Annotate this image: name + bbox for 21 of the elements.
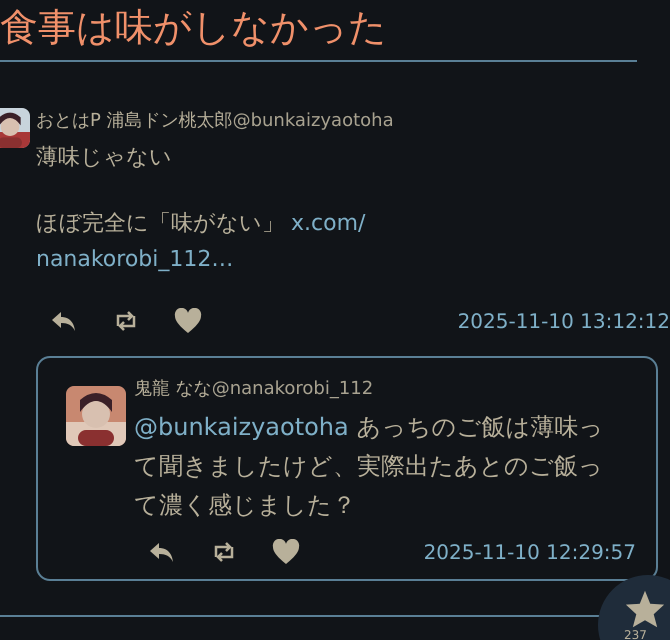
mention-link[interactable]: @bunkaizyaotoha — [134, 413, 349, 441]
post-text: ほぼ完全に「味がない」 x.com/ nanakorobi_112… — [36, 210, 366, 274]
timestamp: 2025-11-10 12:29:57 — [424, 540, 636, 564]
link[interactable]: x.com/ — [291, 211, 366, 236]
page-title: 食事は味がしなかった — [0, 4, 388, 51]
author-handle[interactable]: @nanakorobi_112 — [212, 378, 374, 399]
star-icon — [624, 589, 666, 629]
reply-button[interactable] — [148, 540, 176, 564]
favorite-button[interactable]: 237 — [598, 575, 670, 640]
post-text: 薄味じゃない — [36, 144, 173, 172]
link[interactable]: nanakorobi_112… — [36, 247, 234, 272]
author-handle[interactable]: @bunkaizyaotoha — [232, 110, 394, 131]
author-name[interactable]: 鬼龍 なな — [134, 376, 212, 400]
quoted-post-card[interactable]: 鬼龍 なな@nanakorobi_112 @bunkaizyaotoha あっちのご飯は薄味って聞きましたけど、実際出たあとのご飯って濃く感じました？ 2025-11-10 12:29:57 — [36, 356, 658, 581]
reply-button[interactable] — [50, 309, 78, 333]
favorite-count: 237 — [624, 629, 647, 640]
like-button[interactable] — [174, 308, 202, 334]
post-text: @bunkaizyaotoha あっちのご飯は薄味って聞きましたけど、実際出たあとのご飯って濃く感じました？ — [134, 412, 604, 521]
like-button[interactable] — [272, 539, 300, 565]
author-name[interactable]: おとはP 浦島ドン桃太郎 — [36, 108, 233, 132]
timestamp: 2025-11-10 13:12:12 — [458, 309, 670, 333]
